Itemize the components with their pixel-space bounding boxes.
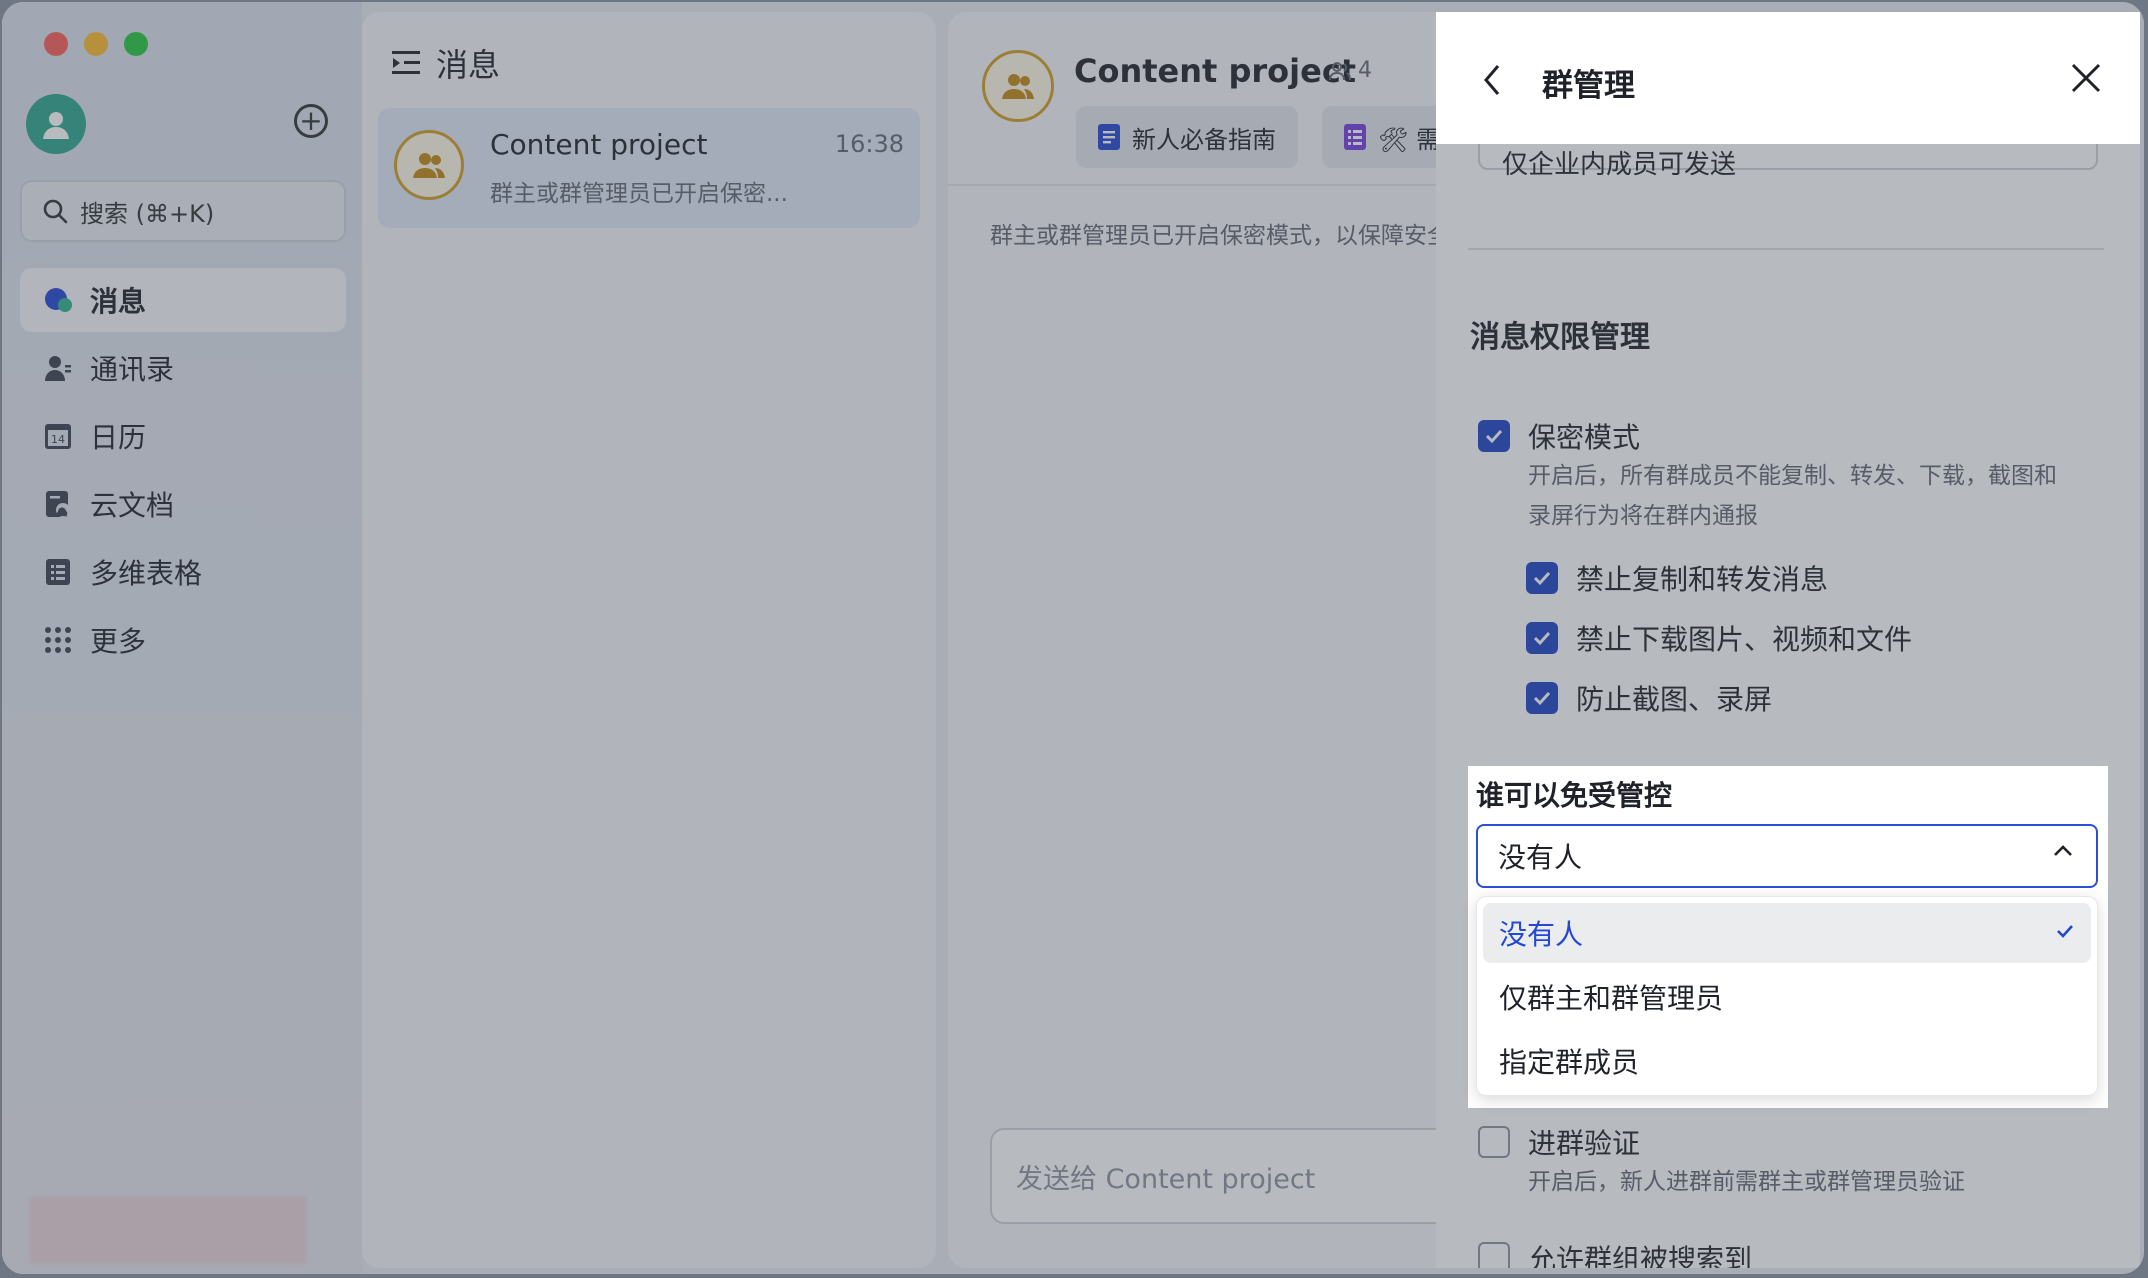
checkbox-checked[interactable] [1526,682,1558,714]
divider [1468,248,2104,250]
option-label: 指定群成员 [1499,1046,1640,1079]
panel-title: 群管理 [1542,68,1635,104]
checkbox-label: 禁止下载图片、视频和文件 [1576,623,1913,656]
description-line: 录屏行为将在群内通报 [1528,503,1758,529]
check-icon [1533,571,1551,586]
back-icon[interactable] [1482,64,1502,96]
close-icon[interactable] [2070,62,2102,94]
check-icon [1533,691,1551,706]
dropdown-option-specific-members[interactable]: 指定群成员 [1483,1031,2091,1091]
checkbox-label: 进群验证 [1528,1127,1641,1160]
exempt-dropdown-menu: 没有人 仅群主和群管理员 指定群成员 [1476,896,2098,1096]
checkbox-unchecked[interactable] [1478,1242,1510,1268]
check-icon [1533,631,1551,646]
secret-mode-description: 开启后，所有群成员不能复制、转发、下载，截图和 录屏行为将在群内通报 [1528,456,2057,536]
dropdown-option-owner-admins[interactable]: 仅群主和群管理员 [1483,967,2091,1027]
check-icon [2057,925,2073,938]
description-line: 开启后，所有群成员不能复制、转发、下载，截图和 [1528,463,2057,489]
checkbox-checked[interactable] [1478,420,1510,452]
checkbox-label: 禁止复制和转发消息 [1576,563,1829,596]
app-window: + 搜索 (⌘+K) 消息 通讯录 14 日历 云文档 多维表格 更多 消息 C… [2,2,2144,1274]
panel-header: 群管理 [1436,12,2140,144]
checkbox-label: 防止截图、录屏 [1576,683,1773,716]
no-screenshot-checkbox[interactable]: 防止截图、录屏 [1526,678,1772,718]
checkbox-label: 允许群组被搜索到 [1528,1243,1753,1268]
join-verify-description: 开启后，新人进群前需群主或群管理员验证 [1528,1169,1965,1195]
checkbox-unchecked[interactable] [1478,1126,1510,1158]
exempt-label: 谁可以免受管控 [1476,779,1673,812]
searchable-checkbox[interactable]: 允许群组被搜索到 [1478,1238,1752,1268]
exempt-select[interactable]: 没有人 [1476,824,2098,888]
checkbox-label: 保密模式 [1528,421,1641,454]
checkbox-checked[interactable] [1526,622,1558,654]
no-download-checkbox[interactable]: 禁止下载图片、视频和文件 [1526,618,1912,658]
chevron-up-icon [2054,845,2072,856]
option-label: 没有人 [1499,918,1584,951]
check-icon [1485,429,1503,444]
previous-select-value: 仅企业内成员可发送 [1502,150,1737,180]
join-verify-checkbox[interactable]: 进群验证 [1478,1122,1640,1162]
no-copy-forward-checkbox[interactable]: 禁止复制和转发消息 [1526,558,1828,598]
exempt-select-value: 没有人 [1498,841,1583,874]
checkbox-checked[interactable] [1526,562,1558,594]
secret-mode-checkbox[interactable]: 保密模式 [1478,416,1640,456]
option-label: 仅群主和群管理员 [1499,982,1724,1015]
section-title: 消息权限管理 [1470,320,1650,355]
dropdown-option-nobody[interactable]: 没有人 [1483,903,2091,963]
exempt-control-box: 谁可以免受管控 没有人 没有人 仅群主和群管理员 指定群成员 [1468,766,2108,1108]
